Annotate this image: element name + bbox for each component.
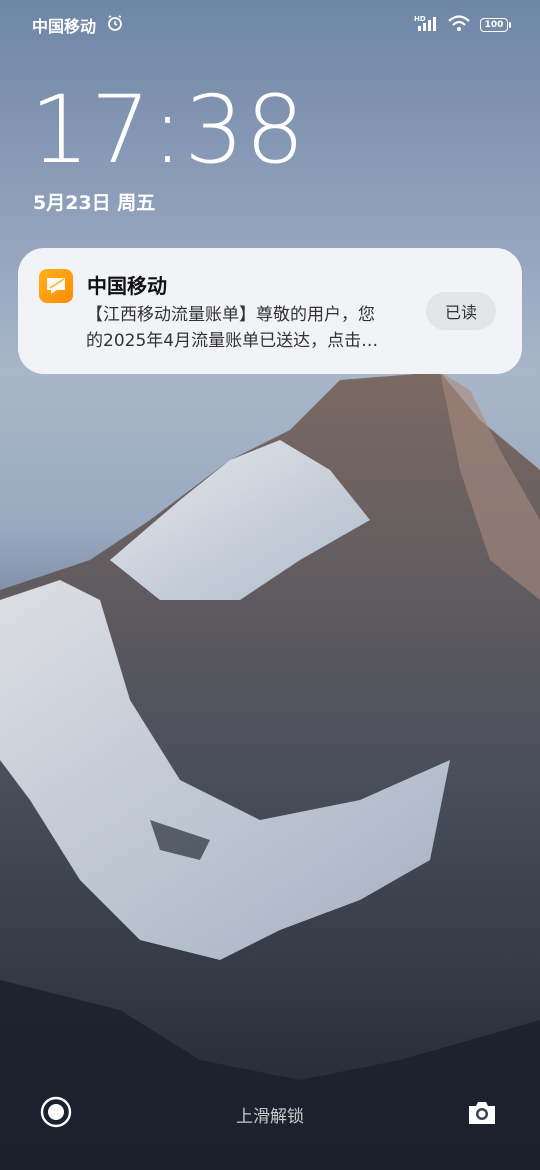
- mark-read-button[interactable]: 已读: [426, 292, 496, 330]
- message-icon: [39, 269, 73, 303]
- camera-icon[interactable]: [466, 1098, 498, 1128]
- unlock-hint: 上滑解锁: [236, 1107, 304, 1127]
- notification-app-name: 中国移动: [87, 274, 167, 298]
- status-right: HD 100: [414, 14, 511, 36]
- notification-body-line: 【江西移动流量账单】尊敬的用户，您: [86, 305, 375, 325]
- notification-card[interactable]: 中国移动 【江西移动流量账单】尊敬的用户，您 的2025年4月流量账单已送达，点…: [18, 248, 522, 374]
- lockscreen-date: 5月23日 周五: [33, 192, 156, 214]
- status-left: 中国移动: [32, 13, 124, 37]
- battery-icon: 100: [480, 18, 511, 32]
- carrier-name: 中国移动: [32, 17, 97, 36]
- notification-body-line: 的2025年4月流量账单已送达，点击…: [86, 331, 379, 351]
- wifi-icon: [448, 14, 470, 36]
- notification-body: 【江西移动流量账单】尊敬的用户，您 的2025年4月流量账单已送达，点击…: [86, 302, 416, 354]
- alarm-icon: [106, 14, 124, 36]
- lockscreen-clock: 17:38: [30, 76, 306, 185]
- status-bar: 中国移动 HD 100: [0, 0, 540, 50]
- hd-label: HD: [414, 15, 426, 23]
- signal-icon: HD: [414, 14, 438, 36]
